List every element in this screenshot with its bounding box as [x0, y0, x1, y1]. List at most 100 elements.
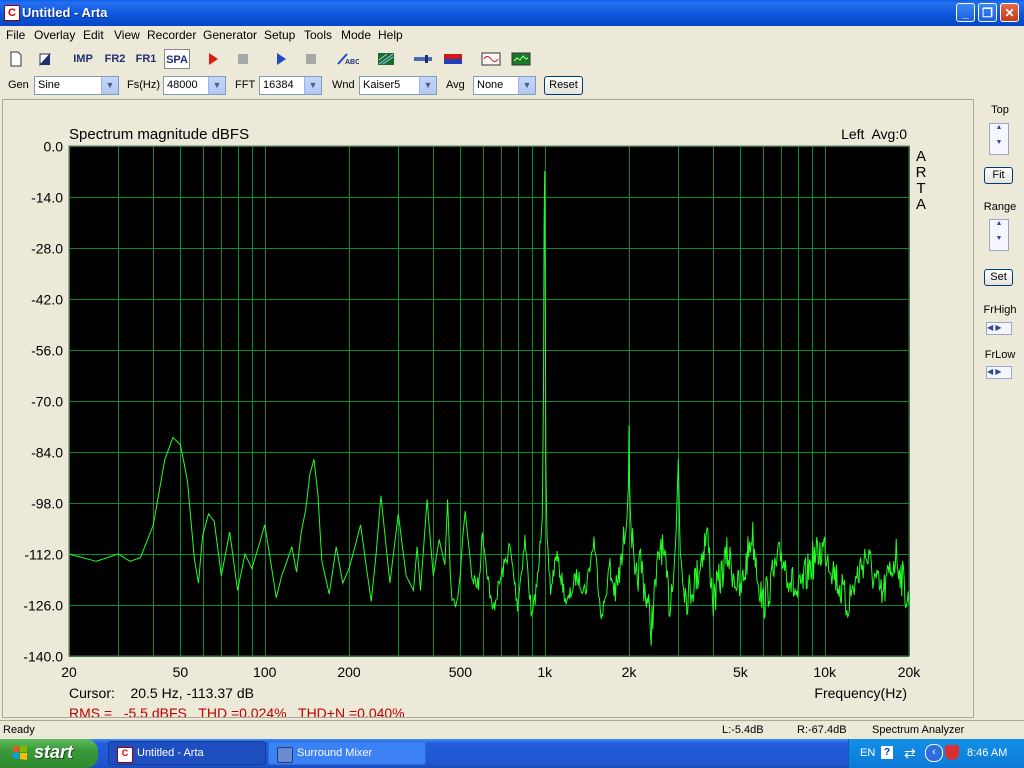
svg-text:ABC: ABC — [345, 59, 359, 66]
clock: 8:46 AM — [967, 747, 1008, 759]
grid-icon[interactable] — [375, 49, 397, 69]
chevron-left-icon[interactable]: ‹ — [925, 744, 943, 762]
play-icon[interactable] — [270, 49, 292, 69]
app-icon: C — [4, 5, 20, 21]
taskbar-item-surround-mixer[interactable]: Surround Mixer — [268, 741, 426, 765]
arrow-right-icon[interactable]: ▶ — [995, 323, 1001, 332]
open-icon[interactable] — [34, 49, 56, 69]
window-title: Untitled - Arta — [22, 5, 108, 20]
menu-mode[interactable]: Mode — [341, 28, 371, 42]
menu-edit[interactable]: Edit — [83, 28, 104, 42]
y-tick-label: -112.0 — [24, 547, 63, 563]
marker-icon[interactable] — [412, 49, 434, 69]
stop-icon[interactable] — [232, 49, 254, 69]
frhigh-label: FrHigh — [983, 304, 1017, 316]
thd-readout: RMS = -5.5 dBFS THD =0.024% THD+N =0.040… — [69, 705, 405, 717]
menu-recorder[interactable]: Recorder — [147, 28, 196, 42]
fs-label: Fs(Hz) — [127, 79, 160, 91]
y-tick-label: -84.0 — [31, 445, 63, 461]
menu-help[interactable]: Help — [378, 28, 403, 42]
status-right-level: R:-67.4dB — [797, 724, 847, 736]
arrow-up-icon[interactable]: ▲ — [990, 124, 1008, 139]
taskbar-item-arta[interactable]: C Untitled - Arta — [108, 741, 266, 765]
x-tick-label: 5k — [733, 664, 749, 680]
cursor-readout: Cursor: 20.5 Hz, -113.37 dB — [69, 685, 254, 701]
system-tray: EN ? ⇄ ‹ 8:46 AM — [848, 739, 1024, 768]
watermark-letter: R — [916, 164, 927, 181]
arrow-down-icon[interactable]: ▼ — [990, 235, 1008, 250]
arrow-down-icon[interactable]: ▼ — [990, 139, 1008, 154]
color-bar-icon[interactable] — [442, 49, 464, 69]
sine-wave-icon[interactable] — [480, 49, 502, 69]
fit-button[interactable]: Fit — [984, 167, 1013, 184]
chevron-down-icon[interactable]: ▼ — [304, 77, 321, 94]
frlow-spinner[interactable]: ◀ ▶ — [986, 366, 1012, 379]
language-indicator[interactable]: EN — [860, 747, 875, 759]
range-spinner[interactable]: ▲ ▼ — [989, 219, 1009, 251]
record-icon[interactable] — [202, 49, 224, 69]
menu-file[interactable]: File — [6, 28, 25, 42]
mixer-icon — [277, 747, 293, 763]
maximize-button[interactable]: ❐ — [978, 3, 997, 22]
set-button[interactable]: Set — [984, 269, 1013, 286]
fr2-mode-button[interactable]: FR2 — [102, 49, 128, 69]
spectrum-icon[interactable] — [510, 49, 532, 69]
y-tick-label: -14.0 — [31, 190, 63, 206]
menu-bar: File Overlay Edit View Recorder Generato… — [0, 26, 1024, 45]
new-document-icon[interactable] — [5, 49, 27, 69]
avg-select[interactable]: None ▼ — [473, 76, 536, 95]
y-tick-label: -70.0 — [31, 394, 63, 410]
chevron-down-icon[interactable]: ▼ — [518, 77, 535, 94]
start-button[interactable]: start — [0, 739, 98, 768]
x-tick-label: 10k — [813, 664, 837, 680]
menu-generator[interactable]: Generator — [203, 28, 257, 42]
wnd-value: Kaiser5 — [363, 79, 401, 91]
fft-label: FFT — [235, 79, 256, 91]
fr1-mode-button[interactable]: FR1 — [133, 49, 159, 69]
fs-select[interactable]: 48000 ▼ — [163, 76, 226, 95]
wnd-label: Wnd — [332, 79, 355, 91]
menu-view[interactable]: View — [114, 28, 140, 42]
arrow-right-icon[interactable]: ▶ — [995, 367, 1001, 376]
menu-setup[interactable]: Setup — [264, 28, 295, 42]
start-label: start — [34, 742, 74, 762]
y-tick-label: -42.0 — [31, 292, 63, 308]
help-icon[interactable]: ? — [881, 746, 893, 759]
top-spinner[interactable]: ▲ ▼ — [989, 123, 1009, 155]
minimize-button[interactable]: _ — [956, 3, 975, 22]
plot-panel: 0.0 -14.0 -28.0 -42.0 -56.0 -70.0 -84.0 -98.0 -1… — [2, 99, 974, 718]
spectrum-chart[interactable]: 0.0 -14.0 -28.0 -42.0 -56.0 -70.0 -84.0 -98.0 -1… — [3, 100, 973, 717]
stop-generator-icon[interactable] — [300, 49, 322, 69]
title-bar[interactable]: C Untitled - Arta _ ❐ ✕ — [0, 0, 1024, 26]
arrow-up-icon[interactable]: ▲ — [990, 220, 1008, 235]
fft-value: 16384 — [263, 79, 294, 91]
watermark-letter: A — [916, 196, 926, 213]
frhigh-spinner[interactable]: ◀ ▶ — [986, 322, 1012, 335]
close-button[interactable]: ✕ — [1000, 3, 1019, 22]
arrow-left-icon[interactable]: ◀ — [987, 323, 993, 332]
toolbar: IMP FR2 FR1 SPA ABC — [0, 46, 1024, 73]
menu-tools[interactable]: Tools — [304, 28, 332, 42]
taskbar-item-label: Untitled - Arta — [137, 747, 204, 759]
spectrum-mode-button[interactable]: SPA — [164, 49, 190, 69]
chevron-down-icon[interactable]: ▼ — [419, 77, 436, 94]
gen-select[interactable]: Sine ▼ — [34, 76, 119, 95]
arrow-left-icon[interactable]: ◀ — [987, 367, 993, 376]
chevron-down-icon[interactable]: ▼ — [208, 77, 225, 94]
avg-value: None — [477, 79, 504, 91]
fft-select[interactable]: 16384 ▼ — [259, 76, 322, 95]
shield-icon[interactable] — [945, 745, 959, 760]
x-tick-label: 500 — [449, 664, 473, 680]
windows-logo-icon — [13, 745, 27, 760]
impulse-mode-button[interactable]: IMP — [70, 49, 96, 69]
reset-button[interactable]: Reset — [544, 76, 583, 95]
network-icon[interactable]: ⇄ — [904, 745, 916, 762]
chevron-down-icon[interactable]: ▼ — [101, 77, 118, 94]
abc-icon[interactable]: ABC — [337, 49, 360, 69]
menu-overlay[interactable]: Overlay — [34, 28, 75, 42]
wnd-select[interactable]: Kaiser5 ▼ — [359, 76, 437, 95]
gen-value: Sine — [38, 79, 61, 91]
y-tick-label: 0.0 — [44, 139, 64, 155]
y-tick-label: -140.0 — [23, 649, 63, 665]
app-icon: C — [117, 747, 133, 763]
